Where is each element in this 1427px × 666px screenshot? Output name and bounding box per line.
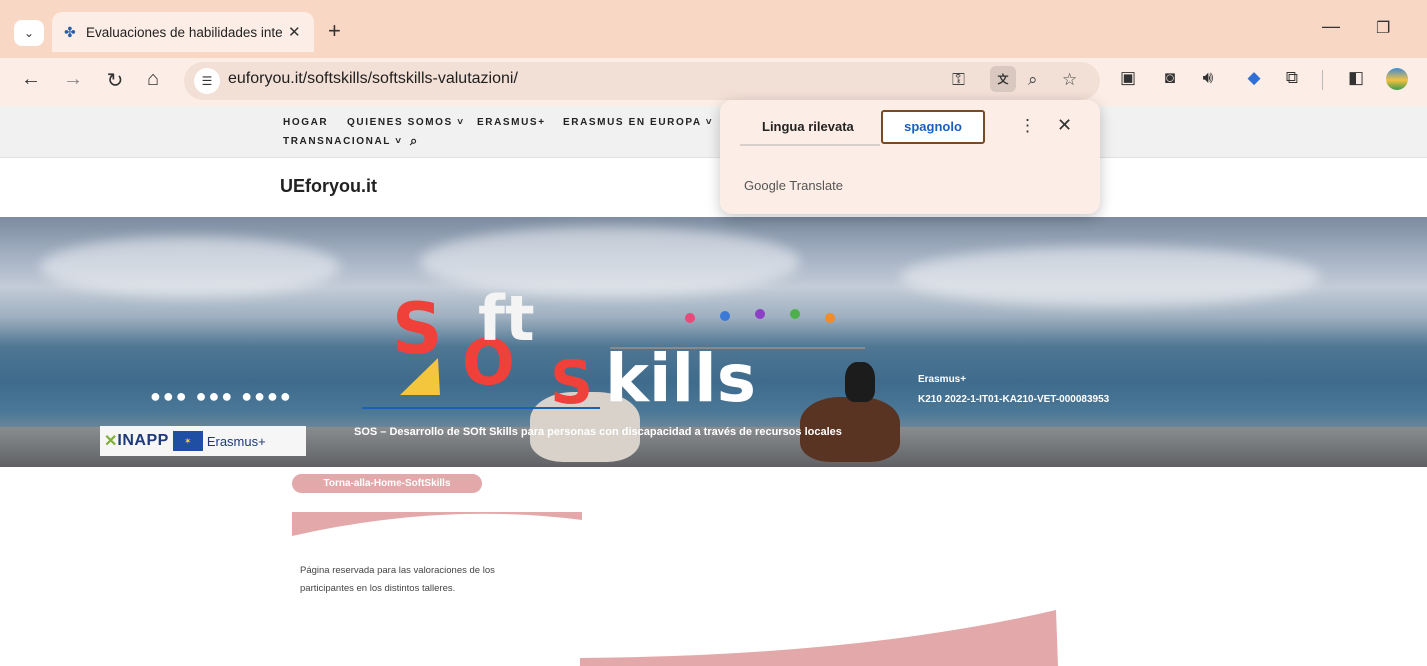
google-translate-label: Google Translate — [744, 178, 844, 193]
sponsor-logos: ✕ INAPP ✶ Erasmus+ — [100, 426, 306, 456]
page-description: Página reservada para las valoraciones d… — [300, 565, 495, 594]
inapp-logo-text: INAPP — [117, 432, 169, 449]
project-line-2: K210 2022-1-IT01-KA210-VET-000083953 — [918, 394, 1110, 405]
pink-wave-shape — [292, 512, 582, 536]
restore-window-icon[interactable]: ❐ — [1376, 18, 1390, 38]
figure-shape — [685, 313, 695, 323]
site-navigation — [0, 106, 1427, 158]
bookmark-star-icon[interactable]: ☆ — [1062, 70, 1077, 90]
logo-letters-ft: ft — [478, 282, 535, 355]
pink-wave-shape-bottom — [580, 610, 1058, 666]
close-icon[interactable]: ✕ — [1057, 115, 1072, 136]
forward-icon[interactable]: → — [60, 68, 86, 91]
avatar[interactable] — [1386, 68, 1408, 90]
cloud-shape — [420, 227, 800, 297]
project-line-1: Erasmus+ — [918, 374, 967, 385]
new-tab-button[interactable]: + — [328, 18, 341, 44]
site-favicon-icon: ✤ — [64, 23, 76, 40]
cloud-shape — [40, 237, 340, 297]
figure-shape — [720, 311, 730, 321]
extension-icon[interactable]: ▣ — [1116, 68, 1140, 88]
tab-title: Evaluaciones de habilidades inte — [86, 24, 282, 40]
toolbar-divider — [1322, 70, 1323, 90]
target-language-tab[interactable]: spagnolo — [881, 110, 985, 144]
site-info-icon[interactable]: ☰ — [194, 68, 220, 94]
nav-link-erasmus[interactable]: ERASMUS+ — [477, 117, 546, 128]
mask-extension-icon[interactable]: ◙ — [1158, 68, 1182, 88]
figure-shape — [825, 313, 835, 323]
slider-dots[interactable]: ●●● ●●● ●●●● — [150, 386, 293, 407]
url-text[interactable]: euforyou.it/softskills/softskills-valuta… — [228, 70, 518, 88]
chevron-down-icon: ⌄ — [23, 26, 35, 40]
reload-icon[interactable]: ↻ — [102, 68, 128, 93]
logo-letter-s: S — [392, 288, 443, 370]
search-icon[interactable]: ⌕ — [410, 133, 417, 149]
more-options-icon[interactable]: ⋮ — [1019, 116, 1036, 136]
home-icon[interactable]: ⌂ — [140, 68, 166, 91]
figure-shape — [790, 309, 800, 319]
minimize-icon[interactable]: — — [1322, 16, 1340, 37]
site-title[interactable]: UEforyou.it — [280, 176, 377, 197]
home-softskills-button[interactable]: Torna-alla-Home-SoftSkills — [292, 474, 482, 493]
eu-flag-icon: ✶ — [172, 431, 203, 451]
inapp-leaf-icon: ✕ — [104, 433, 118, 450]
browser-tab[interactable]: ✤ Evaluaciones de habilidades inte ✕ — [52, 12, 314, 52]
nav-link-erasmus-en-europa[interactable]: ERASMUS EN EUROPA ˅ — [563, 117, 713, 128]
figure-shape — [755, 309, 765, 319]
nav-link-hogar[interactable]: HOGAR — [283, 117, 328, 128]
erasmus-logo-text: Erasmus+ — [206, 433, 266, 449]
puzzle-icon[interactable]: ⧉ — [1280, 68, 1304, 88]
tab-underline — [740, 144, 880, 146]
tab-search-button[interactable]: ⌄ — [14, 20, 44, 46]
translate-icon[interactable]: 文 — [990, 66, 1016, 92]
hero-tagline: SOS – Desarrollo de SOft Skills para per… — [354, 426, 842, 438]
side-panel-icon[interactable]: ◧ — [1344, 68, 1368, 88]
nav-link-quienes-somos[interactable]: QUIENES SOMOS ˅ — [347, 117, 465, 128]
speaker-icon[interactable]: 🔊︎ — [1196, 68, 1220, 88]
logo-letters-kills: kills — [605, 340, 757, 417]
detected-language-tab[interactable]: Lingua rilevata — [762, 119, 854, 134]
extension-blue-icon[interactable]: ◆ — [1242, 68, 1266, 88]
back-icon[interactable]: ← — [18, 68, 44, 91]
logo-letter-s2: S — [550, 348, 594, 418]
tab-close-icon[interactable]: ✕ — [288, 23, 301, 41]
cloud-shape — [900, 247, 1320, 307]
key-icon[interactable]: ⚿ — [952, 70, 965, 90]
zoom-icon[interactable]: ⌕ — [1028, 70, 1038, 90]
nav-link-transnacional[interactable]: TRANSNACIONAL ˅ — [283, 136, 403, 147]
